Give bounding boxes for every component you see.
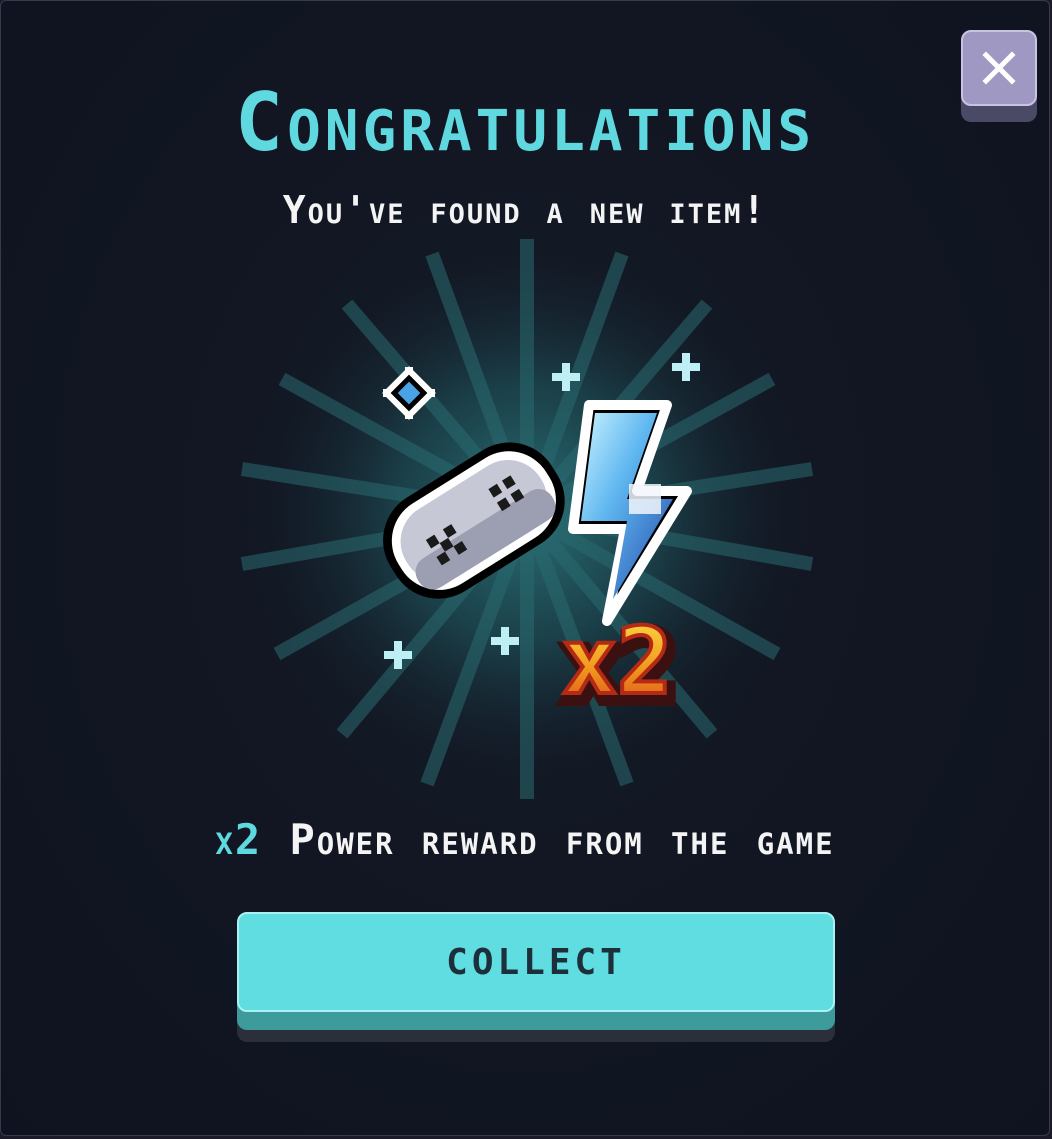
- item-artwork: x2 x2: [237, 229, 817, 804]
- reward-multiplier: x2: [215, 815, 263, 864]
- multiplier-badge-text: x2: [562, 608, 673, 715]
- reward-description: x2 Power reward from the game: [1, 819, 1049, 861]
- multiplier-badge: x2 x2: [559, 606, 684, 728]
- reward-text: Power reward from the game: [289, 815, 835, 864]
- close-icon: [982, 51, 1016, 85]
- dialog-subtitle: You've found a new item!: [282, 188, 768, 232]
- collect-button[interactable]: COLLECT: [237, 912, 835, 1042]
- reward-dialog: Congratulations You've found a new item!: [0, 0, 1050, 1136]
- dialog-title: Congratulations: [234, 76, 816, 169]
- collect-button-label[interactable]: COLLECT: [237, 912, 835, 1012]
